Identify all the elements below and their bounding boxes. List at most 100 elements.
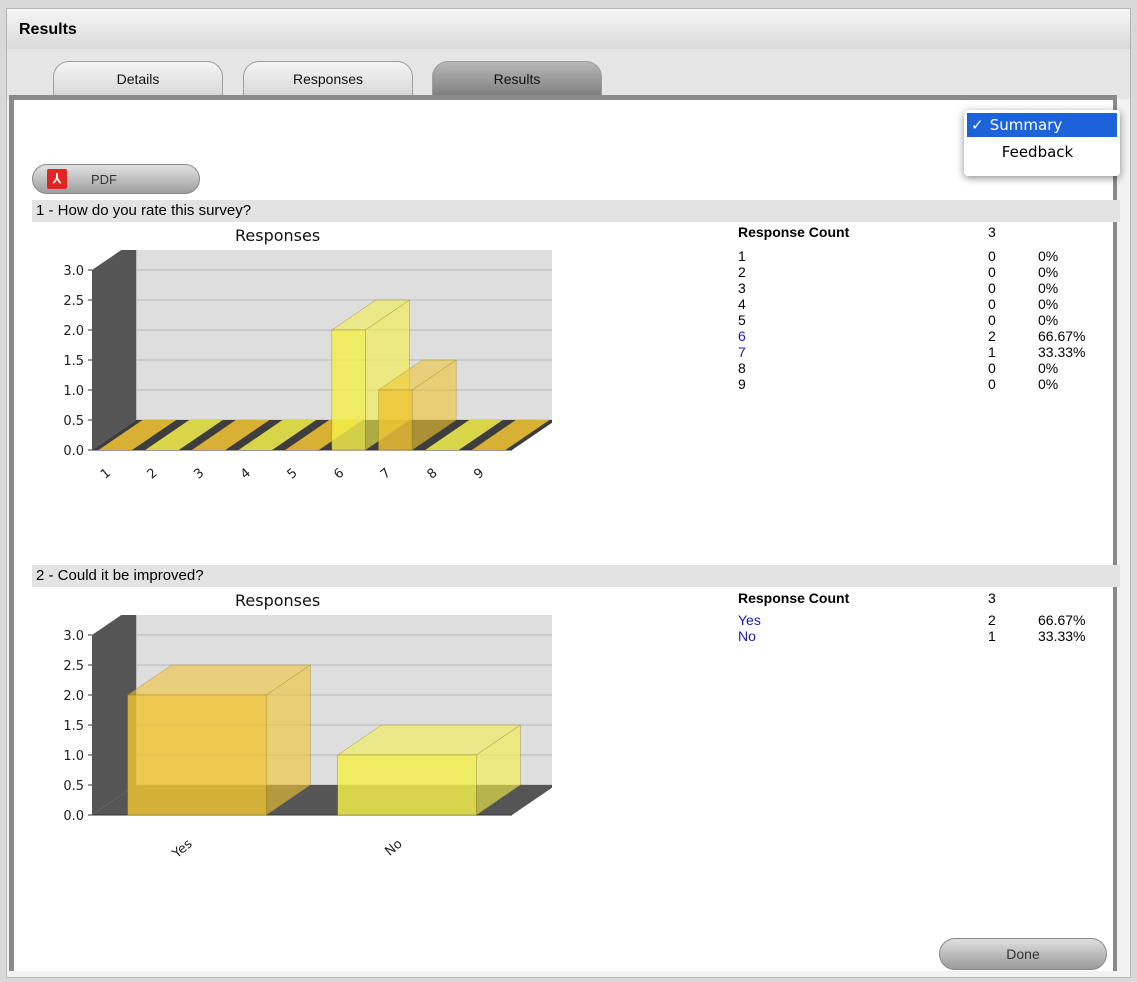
response-row: 5 0 0% (738, 312, 1118, 328)
response-option-count: 1 (988, 344, 996, 360)
window-title: Results (19, 21, 77, 38)
tab-strip: Details Responses Results (7, 49, 1130, 99)
bar (336, 724, 522, 816)
response-option-percent: 0% (1038, 280, 1059, 296)
x-tick-label: 7 (378, 466, 394, 483)
pdf-icon: ⅄ (47, 169, 67, 189)
response-count-value: 3 (988, 224, 996, 240)
response-option-label[interactable]: No (738, 628, 756, 644)
response-option-percent: 0% (1038, 248, 1059, 264)
response-option-label: 2 (738, 264, 746, 280)
pdf-button[interactable]: ⅄ PDF (32, 164, 200, 194)
response-option-count: 0 (988, 296, 996, 312)
chart-1-responses: 0.0 0.5 1.0 1.5 2.0 2.5 3.0 1 2 3 4 5 6 7 8 9 (63, 250, 552, 483)
response-row: 6 2 66.67% (738, 328, 1118, 344)
view-menu[interactable]: ✓ Summary Feedback (964, 110, 1120, 176)
question-2-header: 2 - Could it be improved? (32, 565, 1120, 587)
x-tick-label: 6 (331, 466, 347, 483)
response-row: 2 0 0% (738, 264, 1118, 280)
bar (126, 664, 312, 816)
response-count-value: 3 (988, 590, 996, 606)
response-option-percent: 33.33% (1038, 344, 1086, 360)
question-1-header: 1 - How do you rate this survey? (32, 200, 1120, 222)
response-option-percent: 0% (1038, 376, 1059, 392)
response-option-label: 9 (738, 376, 746, 392)
response-count-label: Response Count (738, 224, 850, 240)
done-button[interactable]: Done (939, 938, 1107, 970)
y-tick-label: 2.5 (63, 659, 84, 674)
response-row: 1 0 0% (738, 248, 1118, 264)
response-option-count: 0 (988, 312, 996, 328)
y-tick-label: 2.0 (63, 689, 84, 704)
x-tick-label: 4 (238, 466, 254, 483)
response-option-percent: 0% (1038, 296, 1059, 312)
chart-1-title: Responses (235, 226, 321, 245)
response-count-row: Response Count 3 (738, 590, 1118, 606)
y-tick-label: 2.5 (63, 294, 84, 309)
response-option-count: 0 (988, 248, 996, 264)
menu-item-feedback[interactable]: Feedback (967, 140, 1117, 164)
bar-front (127, 694, 267, 816)
plot-left-wall (92, 250, 136, 450)
y-tick-label: 3.0 (63, 264, 84, 279)
bar-front (378, 389, 413, 451)
response-row: 8 0 0% (738, 360, 1118, 376)
x-tick-label: 2 (145, 466, 161, 483)
response-row: No 1 33.33% (738, 628, 1118, 644)
y-tick-label: 2.0 (63, 324, 84, 339)
x-tick-label: 1 (98, 466, 114, 483)
response-row: 9 0 0% (738, 376, 1118, 392)
y-tick-label: 1.5 (63, 354, 84, 369)
response-option-percent: 66.67% (1038, 612, 1086, 628)
response-option-count: 0 (988, 376, 996, 392)
response-option-count: 0 (988, 360, 996, 376)
chart-2-responses: 0.0 0.5 1.0 1.5 2.0 2.5 3.0 Yes No (63, 615, 552, 862)
response-option-count: 2 (988, 612, 996, 628)
response-row: 7 1 33.33% (738, 344, 1118, 360)
x-tick-label: 3 (191, 466, 207, 483)
response-row: 3 0 0% (738, 280, 1118, 296)
response-option-label: 4 (738, 296, 746, 312)
results-panel: ✓ Summary Feedback ⅄ PDF 1 - How do you … (9, 95, 1120, 971)
response-option-label: 1 (738, 248, 746, 264)
menu-item-label: Feedback (1001, 143, 1074, 161)
y-tick-label: 0.0 (63, 809, 84, 824)
response-option-label: 3 (738, 280, 746, 296)
bar-front (331, 329, 366, 451)
checkmark-icon: ✓ (971, 116, 984, 134)
y-tick-label: 1.0 (63, 384, 84, 399)
response-count-row: Response Count 3 (738, 224, 1118, 240)
response-row: Yes 2 66.67% (738, 612, 1118, 628)
question-1-stats: Response Count 3 1 0 0% 2 0 0% 3 0 0% 4 0 0% 5 0 0% 6 2 6… (738, 224, 1118, 392)
y-tick-label: 0.5 (63, 779, 84, 794)
y-tick-label: 1.5 (63, 719, 84, 734)
response-option-count: 0 (988, 264, 996, 280)
menu-item-label: Summary (989, 116, 1063, 134)
response-option-count: 2 (988, 328, 996, 344)
x-tick-label: Yes (169, 836, 196, 862)
tab-responses[interactable]: Responses (243, 61, 413, 97)
response-option-label: 8 (738, 360, 746, 376)
response-option-percent: 0% (1038, 264, 1059, 280)
chart-2-title: Responses (235, 591, 321, 610)
response-option-label[interactable]: Yes (738, 612, 761, 628)
y-tick-label: 0.0 (63, 444, 84, 459)
response-option-percent: 0% (1038, 360, 1059, 376)
title-bar: Results (7, 9, 1130, 50)
tab-details[interactable]: Details (53, 61, 223, 97)
x-tick-label: 8 (425, 466, 441, 483)
pdf-button-label: PDF (91, 172, 117, 187)
response-option-percent: 0% (1038, 312, 1059, 328)
x-tick-label: 5 (285, 466, 301, 483)
response-count-label: Response Count (738, 590, 850, 606)
response-option-label[interactable]: 6 (738, 328, 746, 344)
tab-results[interactable]: Results (432, 61, 602, 97)
response-option-label[interactable]: 7 (738, 344, 746, 360)
x-tick-label: 9 (471, 466, 487, 483)
y-tick-label: 0.5 (63, 414, 84, 429)
response-option-label: 5 (738, 312, 746, 328)
results-window: Results Details Responses Results ✓ Summ… (6, 8, 1131, 978)
response-option-percent: 66.67% (1038, 328, 1086, 344)
menu-item-summary[interactable]: ✓ Summary (967, 113, 1117, 137)
x-tick-label: No (382, 837, 405, 860)
